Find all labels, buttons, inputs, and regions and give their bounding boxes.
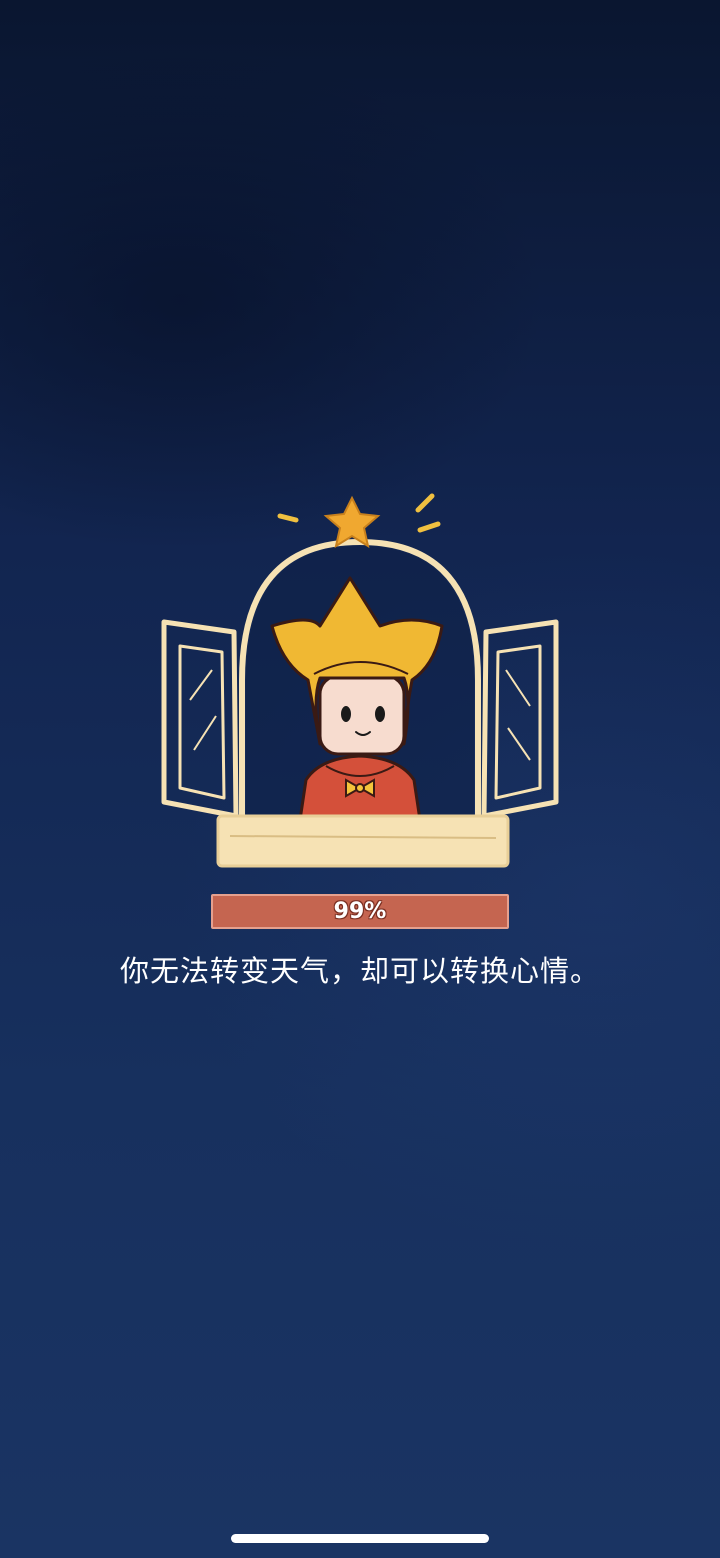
- character-window-illustration: [161, 493, 559, 868]
- windowsill: [216, 814, 510, 868]
- character-face: [318, 674, 406, 756]
- right-shutter: [481, 619, 559, 819]
- loading-tip-text: 你无法转变天气，却可以转换心情。: [119, 954, 600, 988]
- home-indicator[interactable]: [231, 1534, 489, 1543]
- loading-screen: 99% 你无法转变天气，却可以转换心情。: [0, 0, 720, 1558]
- progress-percent-label: 99%: [333, 899, 387, 924]
- left-shutter: [161, 619, 239, 819]
- loading-progress-bar: 99%: [211, 894, 509, 929]
- star-icon: [323, 495, 381, 549]
